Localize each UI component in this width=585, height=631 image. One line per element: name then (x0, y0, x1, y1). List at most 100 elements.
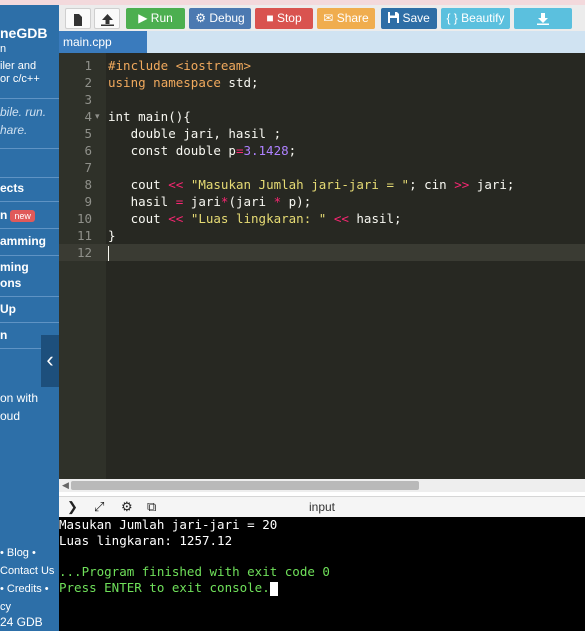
line-number: 10 (76, 211, 92, 226)
fold-arrow-icon[interactable]: ▾ (95, 108, 100, 125)
footer-contact-link[interactable]: Contact Us (0, 565, 54, 577)
code-editor[interactable]: 1 #include <iostream> 2 using namespace std… (59, 53, 585, 479)
download-button[interactable] (514, 8, 572, 29)
floppy-disk-icon (388, 11, 402, 25)
sidebar-item-programming-questions-2[interactable]: ons (0, 276, 21, 290)
sidebar-divider (0, 98, 59, 99)
code-line[interactable]: 1 #include <iostream> (59, 57, 585, 74)
debug-label: Debug (209, 11, 245, 25)
line-number: 5 (84, 126, 92, 141)
upload-file-button[interactable] (94, 8, 120, 29)
file-tab-bar: main.cpp (59, 31, 585, 53)
code-text: cout << "Masukan Jumlah jari-jari = "; c… (108, 177, 515, 192)
run-button[interactable]: ▶ Run (126, 8, 185, 29)
beautify-button[interactable]: { } Beautify (441, 8, 510, 29)
code-text: #include <iostream> (108, 58, 251, 73)
footer-blog-link[interactable]: • Blog • (0, 547, 36, 559)
sidebar-item-programming[interactable]: amming (0, 234, 46, 248)
code-line[interactable]: 3 (59, 91, 585, 108)
upload-icon (100, 12, 114, 26)
sidebar: neGDB n iler and or c/c++ bile. run. har… (0, 5, 59, 631)
terminal-cursor (269, 581, 278, 596)
save-button[interactable]: Save (381, 8, 437, 29)
scroll-left-icon[interactable]: ◀ (62, 480, 69, 491)
share-button[interactable]: ✉ Share (317, 8, 375, 29)
console-line: ...Program finished with exit code 0 (59, 564, 330, 579)
code-line[interactable]: 4 ▾ int main(){ (59, 108, 585, 125)
line-number: 11 (76, 228, 92, 243)
line-number: 1 (84, 58, 92, 73)
line-number: 6 (84, 143, 92, 158)
scrollbar-thumb[interactable] (71, 481, 419, 490)
line-number: 9 (84, 194, 92, 209)
download-icon (537, 11, 549, 25)
sidebar-divider (0, 177, 59, 178)
tab-main-cpp[interactable]: main.cpp (59, 31, 147, 53)
code-text: int main(){ (108, 109, 191, 124)
toolbar: ▶ Run ⚙ Debug ■ Stop ✉ Share Save { } Be… (59, 5, 585, 31)
code-line[interactable]: 10 cout << "Luas lingkaran: " << hasil; (59, 210, 585, 227)
footer-credits-link[interactable]: • Credits • (0, 583, 49, 595)
line-number: 12 (76, 245, 92, 260)
sidebar-tagline: hare. (0, 123, 28, 137)
editor-horizontal-scrollbar[interactable]: ◀ (59, 479, 585, 492)
new-file-button[interactable] (65, 8, 91, 29)
code-text (108, 244, 109, 261)
sidebar-note: oud (0, 409, 21, 423)
play-icon: ▶ (138, 11, 148, 25)
debug-icon: ⚙ (195, 11, 207, 25)
code-text: const double p=3.1428; (108, 143, 297, 158)
console-output[interactable]: Masukan Jumlah jari-jari = 20 Luas lingk… (59, 517, 585, 631)
line-number: 4 (84, 109, 92, 124)
sidebar-subtitle: or c/c++ (0, 73, 40, 85)
code-line[interactable]: 2 using namespace std; (59, 74, 585, 91)
line-number: 3 (84, 92, 92, 107)
share-icon: ✉ (323, 11, 334, 25)
stop-button[interactable]: ■ Stop (255, 8, 313, 29)
save-label: Save (402, 11, 430, 25)
code-line[interactable]: 7 (59, 159, 585, 176)
sidebar-item-programming-questions[interactable]: ming (0, 260, 29, 274)
sidebar-brand[interactable]: neGDB (0, 25, 47, 41)
console-line-text: Press ENTER to exit console. (59, 580, 270, 595)
sidebar-divider (0, 201, 59, 202)
console-line: Masukan Jumlah jari-jari = 20 (59, 517, 278, 532)
share-label: Share (336, 11, 369, 25)
code-line[interactable]: 8 cout << "Masukan Jumlah jari-jari = ";… (59, 176, 585, 193)
code-text: } (108, 228, 116, 243)
sidebar-divider (0, 255, 59, 256)
footer-copyright: 24 GDB (0, 615, 43, 629)
file-icon (73, 12, 83, 26)
run-label: Run (150, 11, 173, 25)
new-badge: new (10, 210, 35, 222)
console-line: Press ENTER to exit console. (59, 580, 278, 596)
code-line[interactable]: 5 double jari, hasil ; (59, 125, 585, 142)
sidebar-item-projects[interactable]: ects (0, 181, 24, 195)
sidebar-item-signup[interactable]: Up (0, 302, 16, 316)
code-text: cout << "Luas lingkaran: " << hasil; (108, 211, 402, 226)
sidebar-divider (0, 228, 59, 229)
sidebar-divider (0, 148, 59, 149)
debug-button[interactable]: ⚙ Debug (189, 8, 251, 29)
code-text: using namespace std; (108, 75, 259, 90)
sidebar-divider (0, 296, 59, 297)
code-text: hasil = jari*(jari * p); (108, 194, 312, 209)
footer-privacy-link[interactable]: cy (0, 601, 11, 613)
code-line[interactable]: 6 const double p=3.1428; (59, 142, 585, 159)
stop-icon: ■ (266, 11, 274, 25)
sidebar-item-new[interactable]: n new (0, 208, 35, 222)
console-line: Luas lingkaran: 1257.12 (59, 533, 233, 548)
console-title: input (308, 500, 336, 514)
code-line[interactable]: 11} (59, 227, 585, 244)
chevron-left-icon: ‹ (46, 347, 54, 372)
sidebar-note: on with (0, 391, 39, 405)
stop-label: Stop (276, 11, 302, 25)
sidebar-item-login[interactable]: n (0, 328, 7, 342)
sidebar-subtitle: n (0, 43, 7, 55)
text-cursor (108, 246, 109, 261)
line-number: 7 (84, 160, 92, 175)
collapse-sidebar-button[interactable]: ‹ (41, 335, 59, 387)
code-line[interactable]: 9 hasil = jari*(jari * p); (59, 193, 585, 210)
sidebar-tagline: bile. run. (0, 105, 47, 119)
code-line[interactable]: 12 (59, 244, 585, 261)
